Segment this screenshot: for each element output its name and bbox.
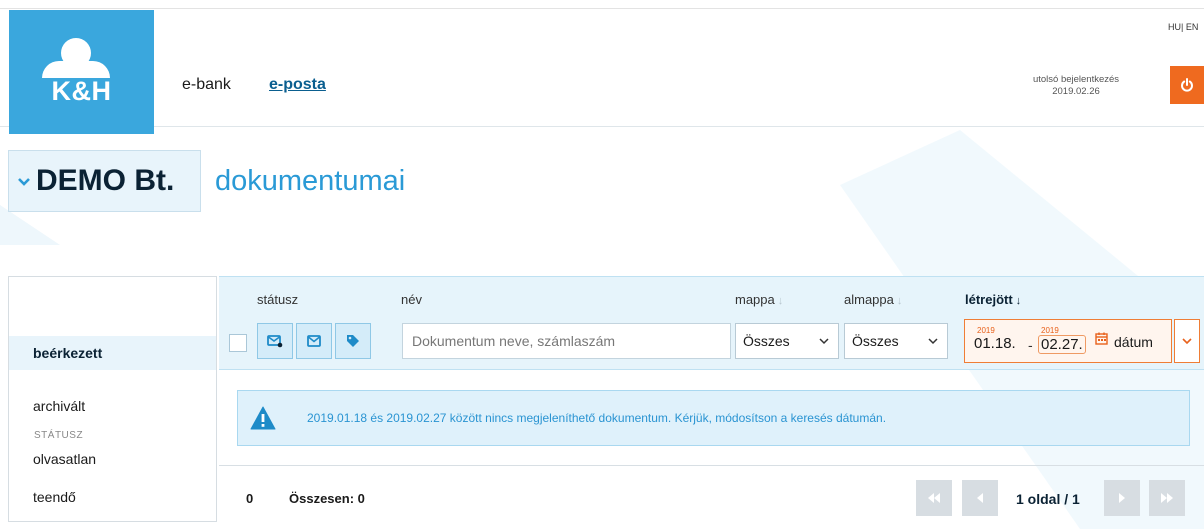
subfolder-select-value: Összes	[852, 333, 899, 349]
date-to-year: 2019	[1041, 326, 1059, 335]
first-page-button[interactable]	[916, 480, 952, 516]
chevron-down-icon	[819, 338, 829, 345]
sidebar-item-archived[interactable]: archivált	[9, 398, 216, 414]
left-arrow-icon	[977, 493, 983, 503]
column-created-label: létrejött	[965, 292, 1013, 307]
sidebar-item-todo[interactable]: teendő	[9, 489, 216, 505]
folder-select-value: Összes	[743, 333, 790, 349]
filter-unread-button[interactable]	[257, 323, 293, 359]
folder-select[interactable]: Összes	[735, 323, 839, 359]
last-login-date: 2019.02.26	[1052, 86, 1100, 97]
select-all-checkbox[interactable]	[229, 334, 247, 352]
sidebar-item-unread[interactable]: olvasatlan	[9, 451, 216, 467]
filter-tag-button[interactable]	[335, 323, 371, 359]
last-page-button[interactable]	[1149, 480, 1185, 516]
brand-logo[interactable]: K&H	[9, 10, 154, 134]
filter-read-button[interactable]	[296, 323, 332, 359]
company-name: DEMO Bt.	[36, 164, 175, 197]
date-range-picker[interactable]: 2019 01.18. - 2019 02.27. dátum	[964, 319, 1172, 363]
page-indicator: 1 oldal / 1	[1016, 491, 1080, 507]
logout-button[interactable]	[1170, 66, 1204, 104]
calendar-icon	[1095, 332, 1108, 345]
right-arrow-icon	[1119, 493, 1125, 503]
column-created[interactable]: létrejött ↓	[965, 292, 1021, 307]
date-separator: -	[1028, 337, 1033, 353]
subfolder-select[interactable]: Összes	[844, 323, 948, 359]
total-count: Összesen: 0	[289, 491, 365, 506]
column-folder-label: mappa	[735, 292, 775, 307]
date-dropdown-button[interactable]	[1174, 319, 1200, 363]
empty-result-message: 2019.01.18 és 2019.02.27 között nincs me…	[237, 390, 1190, 446]
prev-page-button[interactable]	[962, 480, 998, 516]
double-left-arrow-icon	[928, 493, 940, 503]
sort-arrow-icon: ↓	[1015, 295, 1022, 307]
envelope-icon	[307, 335, 321, 347]
next-page-button[interactable]	[1104, 480, 1140, 516]
document-search-input[interactable]	[402, 323, 731, 359]
header-divider	[0, 8, 1204, 9]
selected-count: 0	[246, 491, 254, 506]
last-login-label: utolsó bejelentkezés	[1032, 74, 1120, 85]
column-status: státusz	[257, 292, 299, 307]
power-icon	[1181, 78, 1193, 92]
column-folder[interactable]: mappa ↓	[735, 292, 783, 307]
filter-header: státusz név mappa↓ almappa↓ létrejött↓ Ö…	[219, 276, 1204, 370]
column-name[interactable]: név	[401, 292, 422, 307]
page-title-suffix: dokumentumai	[215, 165, 406, 197]
message-text: 2019.01.18 és 2019.02.27 között nincs me…	[307, 411, 887, 425]
envelope-dot-icon	[267, 335, 283, 348]
language-switcher[interactable]: HU| EN	[1168, 22, 1198, 32]
chevron-down-icon	[928, 338, 938, 345]
nav-link-ebank[interactable]: e-bank	[182, 76, 231, 94]
sort-arrow-icon: ↓	[777, 295, 784, 307]
logo-text: K&H	[51, 76, 112, 106]
tag-icon	[347, 335, 359, 347]
nav-link-eposta[interactable]: e-posta	[269, 76, 326, 94]
date-to-value[interactable]: 02.27.	[1038, 335, 1086, 354]
chevron-down-icon	[1182, 338, 1192, 345]
last-login-info: utolsó bejelentkezés 2019.02.26	[1020, 74, 1132, 98]
warning-icon	[250, 406, 276, 430]
date-from-value[interactable]: 01.18.	[974, 335, 1016, 352]
sidebar-section-status: STÁTUSZ	[34, 430, 84, 441]
column-subfolder-label: almappa	[844, 292, 894, 307]
date-from-year: 2019	[977, 326, 995, 335]
sort-arrow-icon: ↓	[896, 295, 903, 307]
company-selector[interactable]: DEMO Bt.	[8, 150, 201, 212]
sidebar-item-inbox[interactable]: beérkezett	[9, 336, 216, 370]
chevron-down-icon	[17, 171, 31, 192]
folder-sidebar: beérkezett archivált STÁTUSZ olvasatlan …	[8, 276, 217, 522]
double-right-arrow-icon	[1161, 493, 1173, 503]
column-subfolder[interactable]: almappa ↓	[844, 292, 902, 307]
top-header	[0, 0, 1204, 127]
date-label: dátum	[1114, 334, 1153, 350]
footer-divider	[219, 465, 1204, 466]
